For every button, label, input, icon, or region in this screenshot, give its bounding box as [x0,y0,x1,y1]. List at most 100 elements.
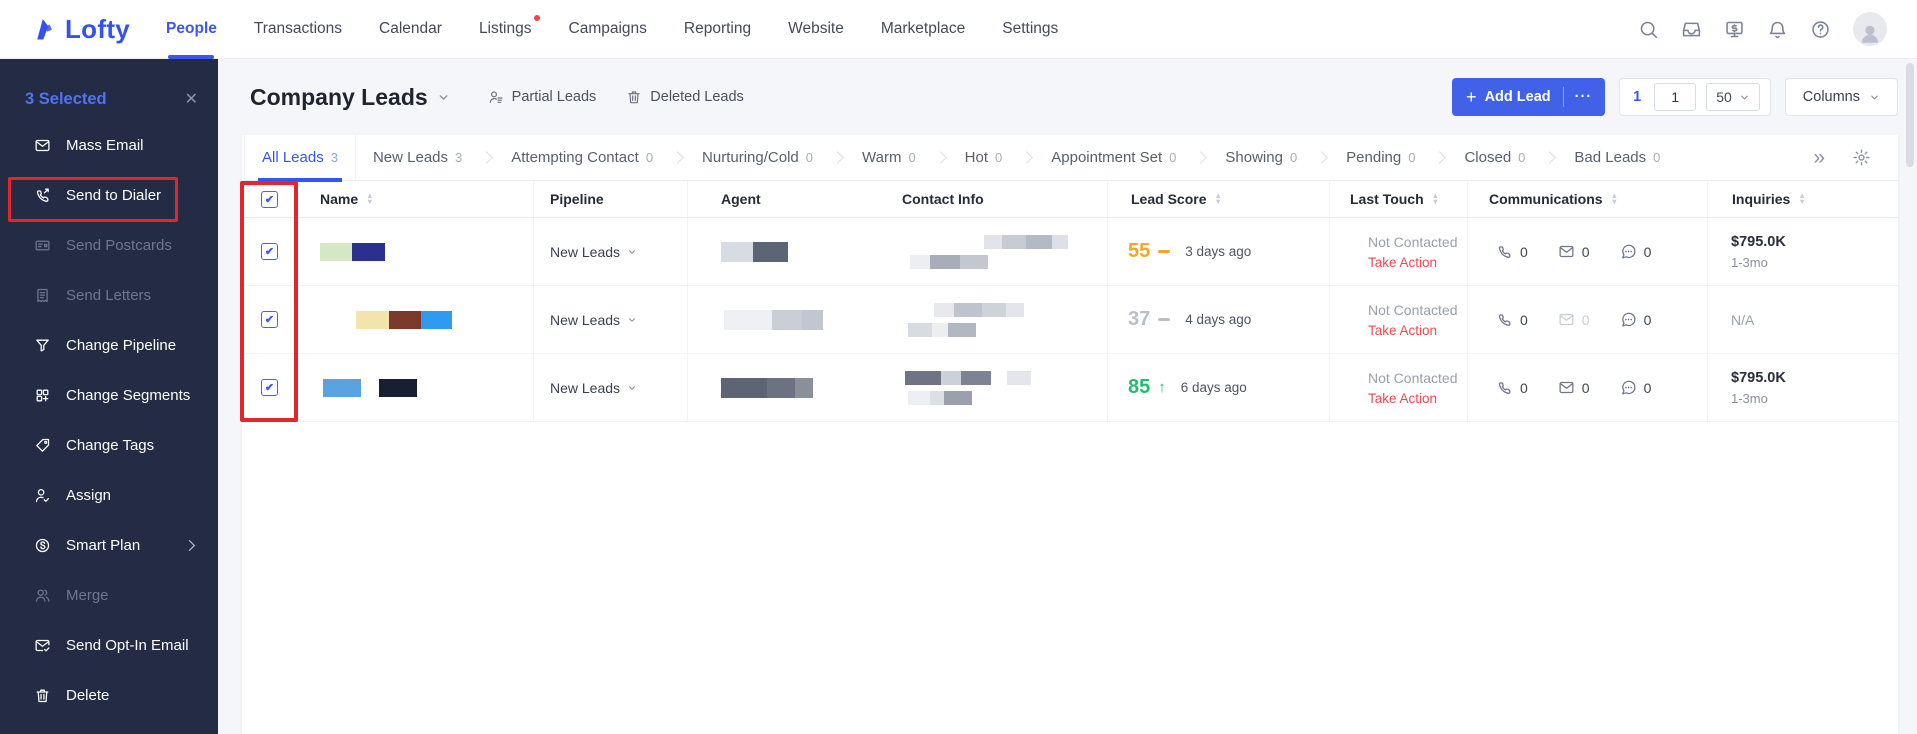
tab-hot[interactable]: Hot 0 [948,135,1020,181]
tab-new-leads[interactable]: New Leads 3 [356,135,479,181]
tab-pending[interactable]: Pending 0 [1329,135,1432,181]
sort-arrows-icon[interactable]: ▲ ▼ [1432,192,1439,206]
sidebar-item-send-opt-in-email[interactable]: Send Opt-In Email [0,620,218,670]
column-header-contact-info[interactable]: Contact Info [888,181,1108,217]
top-navbar: Lofty People Transactions Calendar Listings… [0,0,1917,59]
lofty-logo[interactable]: Lofty [0,14,160,45]
column-header-name[interactable]: Name ▲ ▼ [298,181,534,217]
sort-arrows-icon[interactable]: ▲ ▼ [366,192,373,206]
column-header-agent[interactable]: Agent [688,181,888,217]
tab-bad-leads[interactable]: Bad Leads 0 [1557,135,1677,181]
page-number-input[interactable] [1654,83,1697,111]
page-title[interactable]: Company Leads [250,84,428,111]
sidebar-item-change-tags[interactable]: Change Tags [0,420,218,470]
tab-label: Warm [862,149,902,166]
pipeline-select[interactable]: New Leads [534,312,637,328]
column-header-pipeline[interactable]: Pipeline [534,181,688,217]
sidebar-item-change-segments[interactable]: Change Segments [0,370,218,420]
nav-item-marketplace[interactable]: Marketplace [881,0,965,59]
inbox-tray-icon[interactable] [1681,19,1702,40]
sidebar-item-merge[interactable]: Merge [0,570,218,620]
emails-count[interactable]: 0 [1558,243,1590,260]
nav-item-listings[interactable]: Listings [479,0,540,59]
tab-label: Attempting Contact [511,149,639,166]
gear-icon[interactable] [1852,148,1871,167]
sidebar-item-label: Send Postcards [66,236,172,254]
partial-leads-label: Partial Leads [511,89,597,105]
emails-count[interactable]: 0 [1558,379,1590,396]
sidebar-item-send-postcards[interactable]: Send Postcards [0,220,218,270]
sort-arrows-icon[interactable]: ▲ ▼ [1798,192,1805,206]
add-lead-more-button[interactable]: ··· [1564,89,1604,105]
scrollbar-thumb[interactable] [1906,63,1914,167]
column-header-communications[interactable]: Communications ▲ ▼ [1468,181,1708,217]
sort-arrows-icon[interactable]: ▲ ▼ [1214,192,1221,206]
column-header-last-touch[interactable]: Last Touch ▲ ▼ [1330,181,1468,217]
texts-count[interactable]: 0 [1620,311,1651,328]
nav-item-website[interactable]: Website [788,0,844,59]
chevron-down-icon [627,383,637,393]
close-icon[interactable]: ✕ [185,91,198,108]
tab-all-leads[interactable]: All Leads 3 [244,134,356,182]
emails-count[interactable]: 0 [1558,311,1590,328]
chevron-down-icon[interactable] [437,91,450,104]
nav-item-transactions[interactable]: Transactions [254,0,342,59]
deleted-leads-link[interactable]: Deleted Leads [626,89,744,105]
tab-appointment-set[interactable]: Appointment Set 0 [1034,135,1193,181]
row-checkbox[interactable]: ✔ [261,311,278,328]
row-checkbox[interactable]: ✔ [261,243,278,260]
sort-arrows-icon[interactable]: ▲ ▼ [1611,192,1618,206]
tab-warm[interactable]: Warm 0 [845,135,933,181]
notifications-bell-icon[interactable] [1767,19,1788,40]
add-lead-button[interactable]: + Add Lead ··· [1452,78,1606,116]
pipeline-select[interactable]: New Leads [534,380,637,396]
name-cell[interactable] [298,354,534,421]
column-header-lead-score[interactable]: Lead Score ▲ ▼ [1108,181,1330,217]
help-icon[interactable] [1810,19,1831,40]
select-all-checkbox[interactable]: ✔ [261,190,278,208]
column-label: Name [320,191,359,207]
sidebar-item-smart-plan[interactable]: Smart Plan [0,520,218,570]
agent-cell [688,354,888,421]
sidebar-item-send-to-dialer[interactable]: Send to Dialer [0,170,218,220]
more-tabs-icon[interactable]: » [1813,147,1825,168]
tab-closed[interactable]: Closed 0 [1447,135,1542,181]
redacted-block [910,254,1107,269]
take-action-link[interactable]: Take Action [1368,323,1458,338]
pipeline-select[interactable]: New Leads [534,244,637,260]
sidebar-item-send-letters[interactable]: Send Letters [0,270,218,320]
nav-item-settings[interactable]: Settings [1002,0,1058,59]
table-row-1: ✔ New Leads 55 3 days ago Not Contacted … [242,218,1898,286]
nav-item-people[interactable]: People [166,0,217,59]
tab-showing[interactable]: Showing 0 [1208,135,1314,181]
columns-button[interactable]: Columns [1784,78,1898,116]
search-icon[interactable] [1638,19,1659,40]
nav-item-reporting[interactable]: Reporting [684,0,751,59]
calls-count[interactable]: 0 [1496,243,1528,260]
texts-count[interactable]: 0 [1620,379,1651,396]
calls-count[interactable]: 0 [1496,311,1528,328]
partial-leads-link[interactable]: Partial Leads [488,89,597,105]
nav-item-calendar[interactable]: Calendar [379,0,442,59]
row-checkbox[interactable]: ✔ [261,379,278,396]
monitor-dollar-icon[interactable] [1724,19,1745,40]
texts-count[interactable]: 0 [1620,243,1651,260]
name-cell[interactable] [298,218,534,285]
calls-count[interactable]: 0 [1496,379,1528,396]
take-action-link[interactable]: Take Action [1368,391,1458,406]
name-cell[interactable] [298,286,534,353]
tab-attempting-contact[interactable]: Attempting Contact 0 [494,135,670,181]
sidebar-item-delete[interactable]: Delete [0,670,218,720]
column-header-inquiries[interactable]: Inquiries ▲ ▼ [1708,181,1898,217]
table-header: ✔ Name ▲ ▼ Pipeline Agent Contact Info Lead Sco… [242,181,1898,218]
nav-item-campaigns[interactable]: Campaigns [569,0,647,59]
sidebar-item-assign[interactable]: Assign [0,470,218,520]
redacted-block [323,378,417,397]
sidebar-item-mass-email[interactable]: Mass Email [0,120,218,170]
page-size-select[interactable]: 50 [1706,83,1760,111]
deleted-leads-label: Deleted Leads [650,89,744,105]
take-action-link[interactable]: Take Action [1368,255,1458,270]
avatar[interactable] [1853,12,1887,46]
tab-nurturing-cold[interactable]: Nurturing/Cold 0 [685,135,830,181]
sidebar-item-change-pipeline[interactable]: Change Pipeline [0,320,218,370]
